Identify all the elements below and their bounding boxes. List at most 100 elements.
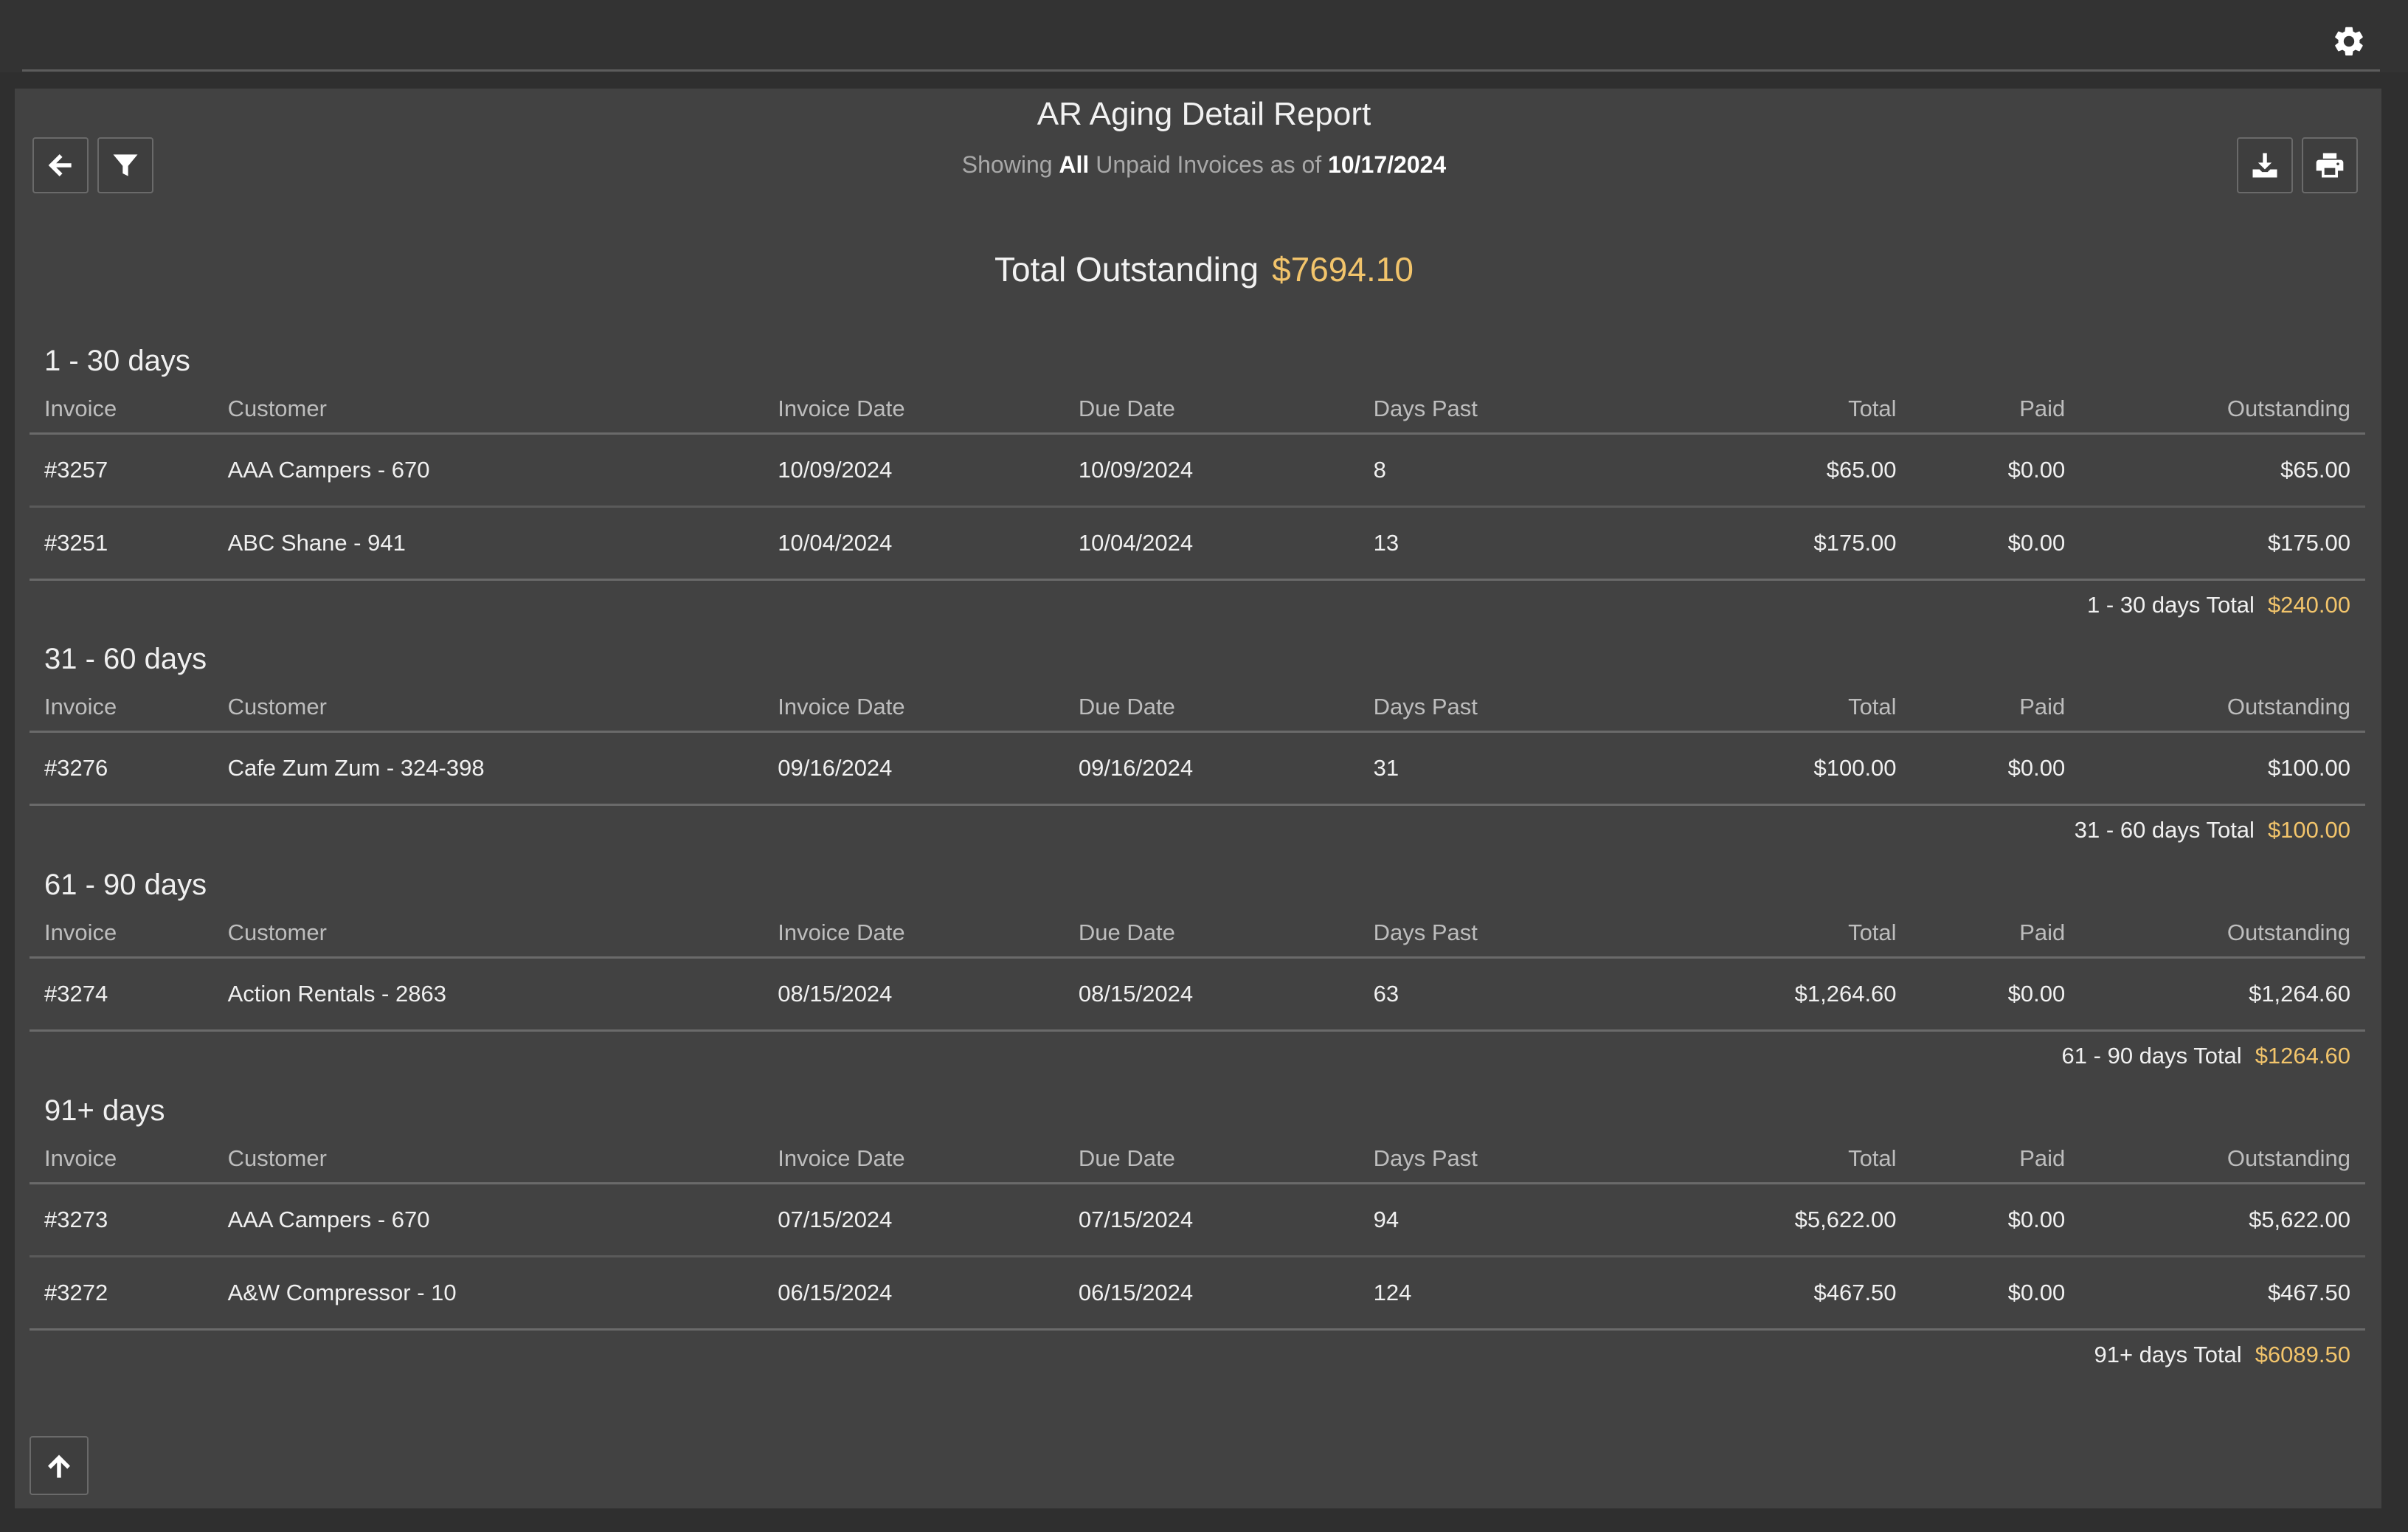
- table-cell: 13: [1373, 530, 1400, 556]
- table-cell: $5,622.00: [1794, 1207, 1897, 1232]
- table-cell: $100.00: [2267, 755, 2350, 781]
- column-header[interactable]: Total: [1608, 919, 1896, 946]
- table-row[interactable]: #3251 ABC Shane - 941 10/04/2024 10/04/2024…: [30, 508, 2365, 581]
- page-title: AR Aging Detail Report: [1037, 96, 1371, 132]
- table-cell: ABC Shane - 941: [227, 530, 406, 556]
- column-header[interactable]: Outstanding: [2065, 1145, 2365, 1172]
- column-header[interactable]: Due Date: [1079, 919, 1374, 946]
- table-cell: AAA Campers - 670: [227, 457, 430, 483]
- table-cell: 07/15/2024: [1078, 1207, 1194, 1232]
- table-cell: 09/16/2024: [778, 755, 893, 781]
- column-header[interactable]: Outstanding: [2065, 396, 2365, 422]
- section-subtotal: 31 - 60 days Total $100.00: [30, 806, 2365, 855]
- scroll-top-button[interactable]: [30, 1436, 89, 1495]
- total-outstanding-label: Total Outstanding: [994, 250, 1259, 289]
- table-cell: 8: [1373, 457, 1386, 483]
- table-cell: $65.00: [2280, 457, 2350, 483]
- total-outstanding-value: $7694.10: [1272, 250, 1414, 289]
- table-row[interactable]: #3274 Action Rentals - 2863 08/15/2024 08/1…: [30, 959, 2365, 1032]
- table-cell: $0.00: [2007, 1207, 2066, 1232]
- column-header[interactable]: Due Date: [1079, 396, 1374, 422]
- column-header[interactable]: Customer: [228, 396, 778, 422]
- table-cell: $1,264.60: [1794, 981, 1897, 1007]
- column-header[interactable]: Total: [1608, 1145, 1896, 1172]
- column-header[interactable]: Days Past: [1374, 1145, 1608, 1172]
- table-cell: 10/09/2024: [1078, 457, 1194, 483]
- table-cell: #3273: [44, 1207, 108, 1232]
- column-header[interactable]: Invoice Date: [778, 919, 1079, 946]
- column-header[interactable]: Due Date: [1079, 1145, 1374, 1172]
- table-cell: 124: [1373, 1280, 1412, 1305]
- section-subtotal-label: 91+ days Total: [2094, 1342, 2242, 1367]
- aging-section: 91+ days Invoice Customer Invoice Date Due D…: [30, 1086, 2365, 1379]
- table-cell: #3251: [44, 530, 108, 556]
- table-row[interactable]: #3272 A&W Compressor - 10 06/15/2024 06/15/…: [30, 1257, 2365, 1331]
- table-cell: $0.00: [2007, 1280, 2066, 1305]
- table-row[interactable]: #3257 AAA Campers - 670 10/09/2024 10/09/20…: [30, 435, 2365, 508]
- subtitle-scope: All: [1059, 151, 1090, 178]
- column-header[interactable]: Invoice: [30, 694, 228, 720]
- column-header-row: Invoice Customer Invoice Date Due Date Days …: [30, 683, 2365, 733]
- top-bar-divider: [22, 69, 2380, 72]
- table-row[interactable]: #3273 AAA Campers - 670 07/15/2024 07/15/20…: [30, 1184, 2365, 1257]
- section-subtotal-label: 1 - 30 days Total: [2087, 592, 2255, 618]
- column-header[interactable]: Paid: [1897, 694, 2065, 720]
- column-header[interactable]: Invoice: [30, 919, 228, 946]
- column-header[interactable]: Invoice Date: [778, 396, 1079, 422]
- gear-icon[interactable]: [2331, 24, 2367, 59]
- column-header[interactable]: Due Date: [1079, 694, 1374, 720]
- column-header[interactable]: Total: [1608, 694, 1896, 720]
- table-cell: 10/09/2024: [778, 457, 893, 483]
- column-header[interactable]: Paid: [1897, 919, 2065, 946]
- column-header[interactable]: Outstanding: [2065, 919, 2365, 946]
- table-cell: 31: [1373, 755, 1400, 781]
- aging-section: 1 - 30 days Invoice Customer Invoice Date Du…: [30, 337, 2365, 629]
- column-header[interactable]: Invoice: [30, 1145, 228, 1172]
- table-cell: #3274: [44, 981, 108, 1007]
- aging-section: 61 - 90 days Invoice Customer Invoice Date D…: [30, 860, 2365, 1080]
- table-row[interactable]: #3276 Cafe Zum Zum - 324-398 09/16/2024 09/…: [30, 733, 2365, 806]
- table-cell: $100.00: [1813, 755, 1897, 781]
- table-cell: $0.00: [2007, 981, 2066, 1007]
- table-cell: $5,622.00: [2249, 1207, 2350, 1232]
- table-cell: $0.00: [2007, 530, 2066, 556]
- table-cell: 08/15/2024: [778, 981, 893, 1007]
- section-subtotal-value: $240.00: [2267, 592, 2350, 618]
- column-header[interactable]: Customer: [228, 694, 778, 720]
- section-title: 1 - 30 days: [44, 345, 190, 377]
- table-cell: 09/16/2024: [1078, 755, 1194, 781]
- report-subtitle: Showing All Unpaid Invoices as of 10/17/…: [961, 151, 1447, 178]
- table-cell: Cafe Zum Zum - 324-398: [227, 755, 485, 781]
- section-subtotal-value: $6089.50: [2255, 1342, 2350, 1367]
- column-header[interactable]: Paid: [1897, 1145, 2065, 1172]
- table-cell: AAA Campers - 670: [227, 1207, 430, 1232]
- column-header[interactable]: Invoice Date: [778, 694, 1079, 720]
- column-header[interactable]: Customer: [228, 919, 778, 946]
- column-header[interactable]: Invoice Date: [778, 1145, 1079, 1172]
- total-outstanding: Total Outstanding $7694.10: [0, 249, 2408, 289]
- section-title: 61 - 90 days: [44, 869, 207, 901]
- column-header[interactable]: Days Past: [1374, 694, 1608, 720]
- column-header[interactable]: Customer: [228, 1145, 778, 1172]
- table-cell: Action Rentals - 2863: [227, 981, 446, 1007]
- section-subtotal-label: 31 - 60 days Total: [2074, 817, 2255, 843]
- table-cell: 06/15/2024: [778, 1280, 893, 1305]
- table-cell: $65.00: [1826, 457, 1897, 483]
- column-header-row: Invoice Customer Invoice Date Due Date Days …: [30, 1135, 2365, 1184]
- column-header[interactable]: Outstanding: [2065, 694, 2365, 720]
- section-title: 91+ days: [44, 1094, 165, 1127]
- section-subtotal: 61 - 90 days Total $1264.60: [30, 1032, 2365, 1080]
- table-cell: #3276: [44, 755, 108, 781]
- column-header[interactable]: Paid: [1897, 396, 2065, 422]
- column-header-row: Invoice Customer Invoice Date Due Date Days …: [30, 909, 2365, 959]
- section-subtotal-value: $100.00: [2267, 817, 2350, 843]
- column-header[interactable]: Total: [1608, 396, 1896, 422]
- arrow-up-icon: [47, 1455, 71, 1478]
- section-subtotal-value: $1264.60: [2255, 1043, 2350, 1069]
- column-header[interactable]: Invoice: [30, 396, 228, 422]
- column-header-row: Invoice Customer Invoice Date Due Date Days …: [30, 385, 2365, 435]
- table-cell: $0.00: [2007, 457, 2066, 483]
- column-header[interactable]: Days Past: [1374, 919, 1608, 946]
- table-cell: $175.00: [2267, 530, 2350, 556]
- column-header[interactable]: Days Past: [1374, 396, 1608, 422]
